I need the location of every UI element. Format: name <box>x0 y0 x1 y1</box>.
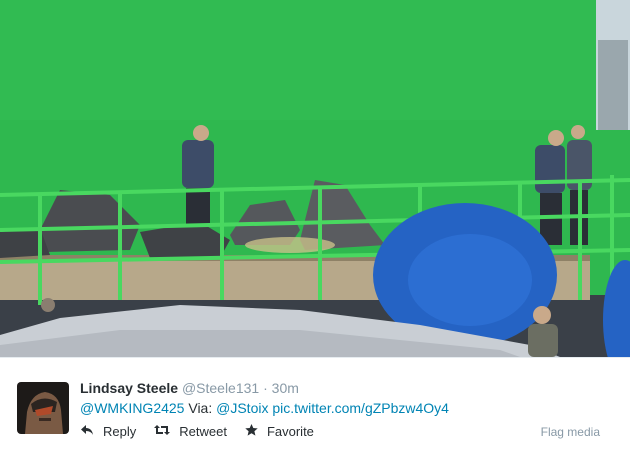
tweet-text: @WMKING2425 Via: @JStoix pic.twitter.com… <box>80 400 449 416</box>
tweet-timestamp[interactable]: 30m <box>272 380 299 396</box>
author-handle[interactable]: @Steele131 <box>182 380 259 396</box>
tweet-media-photo[interactable] <box>0 0 630 357</box>
avatar-image <box>17 382 69 434</box>
retweet-button[interactable]: Retweet <box>154 424 227 439</box>
retweet-label: Retweet <box>179 424 227 439</box>
tweet-header: Lindsay Steele @Steele131 · 30m <box>80 380 299 396</box>
retweet-icon <box>154 424 171 439</box>
separator-dot: · <box>263 380 268 396</box>
via-handle-link[interactable]: @JStoix <box>216 400 268 416</box>
flag-media-link[interactable]: Flag media <box>541 425 600 439</box>
reply-icon <box>80 424 94 439</box>
tweet-card: Lindsay Steele @Steele131 · 30m @WMKING2… <box>0 357 630 464</box>
reply-label: Reply <box>103 424 137 439</box>
via-label: Via: <box>188 400 213 416</box>
greenscreen-set-image <box>0 0 630 357</box>
favorite-label: Favorite <box>266 424 314 439</box>
favorite-button[interactable]: Favorite <box>245 424 314 439</box>
mention-link[interactable]: @WMKING2425 <box>80 400 184 416</box>
tweet-actions: Reply Retweet Favorite <box>80 424 332 439</box>
author-avatar[interactable] <box>17 382 69 434</box>
reply-button[interactable]: Reply <box>80 424 136 439</box>
star-icon <box>245 424 258 439</box>
media-link[interactable]: pic.twitter.com/gZPbzw4Oy4 <box>272 400 449 416</box>
author-name[interactable]: Lindsay Steele <box>80 380 178 396</box>
